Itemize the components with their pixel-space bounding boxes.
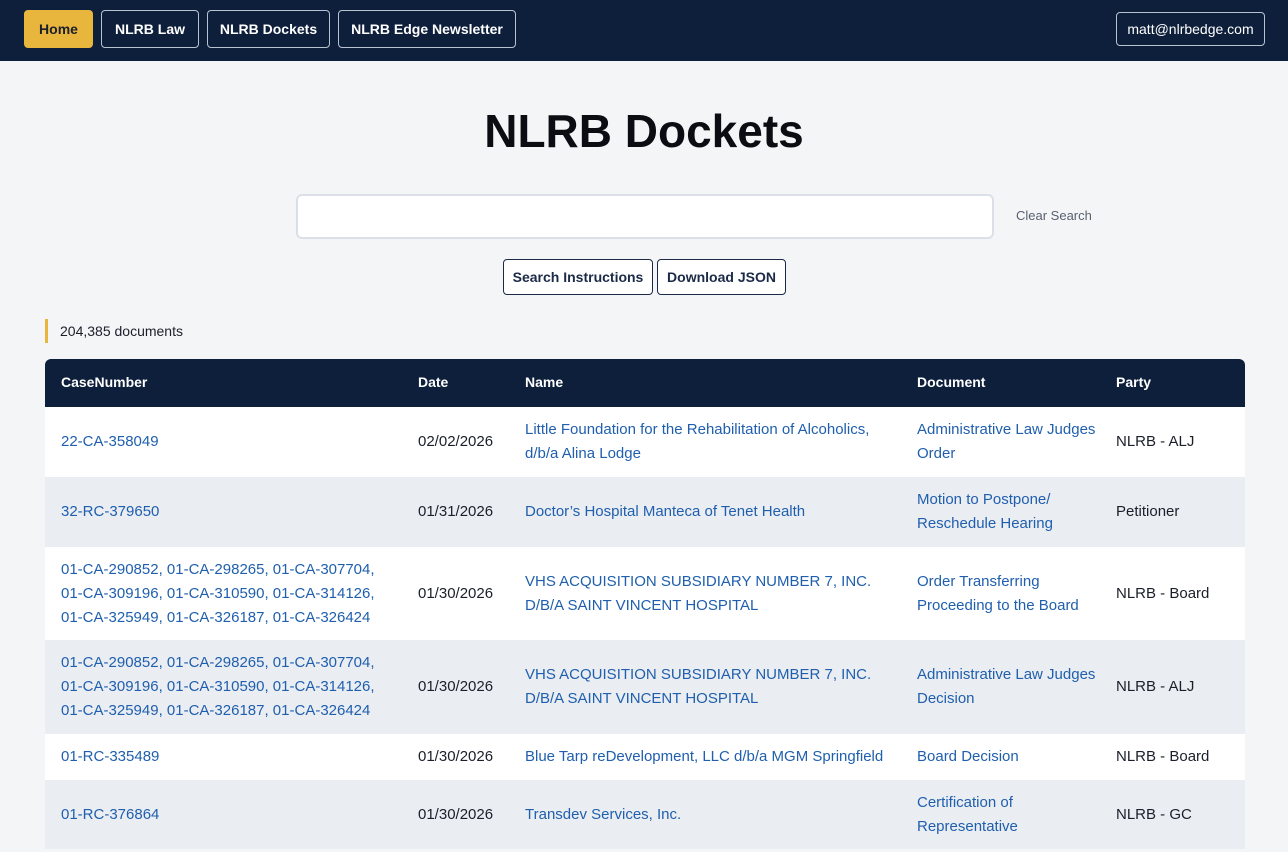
header-case-number[interactable]: CaseNumber: [61, 374, 147, 390]
party-cell: NLRB - ALJ: [1116, 433, 1195, 450]
document-link[interactable]: Administrative Law Judges Order: [917, 407, 1097, 477]
table-row: 22-CA-358049 02/02/2026 Little Foundatio…: [45, 407, 1245, 477]
table-header: CaseNumber Date Name Document Party: [45, 359, 1245, 407]
table-row: 01-RC-335489 01/30/2026 Blue Tarp reDeve…: [45, 734, 1245, 780]
page-title: NLRB Dockets: [484, 105, 804, 157]
case-name-link[interactable]: VHS ACQUISITION SUBSIDIARY NUMBER 7, INC…: [525, 640, 895, 734]
date-cell: 01/31/2026: [418, 503, 494, 520]
search-instructions-button[interactable]: Search Instructions: [503, 259, 653, 295]
case-name-link[interactable]: Doctor’s Hospital Manteca of Tenet Healt…: [525, 477, 895, 547]
case-name-link[interactable]: Blue Tarp reDevelopment, LLC d/b/a MGM S…: [525, 734, 895, 780]
clear-search-link[interactable]: Clear Search: [1016, 208, 1092, 223]
case-number-link[interactable]: 22-CA-358049: [61, 407, 391, 477]
case-number-link[interactable]: 01-RC-335489: [61, 734, 391, 780]
date-cell: 02/02/2026: [418, 433, 494, 450]
header-date[interactable]: Date: [418, 374, 448, 390]
party-cell: NLRB - Board: [1116, 748, 1210, 765]
document-link[interactable]: Motion to Postpone/ Reschedule Hearing: [917, 477, 1097, 547]
party-cell: NLRB - GC: [1116, 805, 1192, 823]
document-count: 204,385 documents: [45, 319, 183, 343]
document-link[interactable]: Administrative Law Judges Decision: [917, 640, 1097, 734]
top-nav-bar: Home NLRB Law NLRB Dockets NLRB Edge New…: [0, 0, 1288, 61]
document-link[interactable]: Order Transferring Proceeding to the Boa…: [917, 547, 1097, 640]
case-number-link[interactable]: 01-RC-376864: [61, 780, 391, 849]
date-cell: 01/30/2026: [418, 805, 494, 823]
download-json-button[interactable]: Download JSON: [657, 259, 786, 295]
nav-newsletter-button[interactable]: NLRB Edge Newsletter: [338, 10, 516, 48]
search-input[interactable]: [296, 194, 994, 239]
header-party[interactable]: Party: [1116, 374, 1151, 390]
case-name-link[interactable]: Transdev Services, Inc.: [525, 780, 895, 849]
header-document[interactable]: Document: [917, 374, 985, 390]
date-cell: 01/30/2026: [418, 584, 494, 602]
user-account-button[interactable]: matt@nlrbedge.com: [1116, 12, 1265, 46]
case-name-link[interactable]: VHS ACQUISITION SUBSIDIARY NUMBER 7, INC…: [525, 547, 895, 640]
date-cell: 01/30/2026: [418, 748, 494, 765]
dockets-table: CaseNumber Date Name Document Party 22-C…: [45, 359, 1245, 849]
table-row: 01-CA-290852, 01-CA-298265, 01-CA-307704…: [45, 640, 1245, 734]
case-number-link[interactable]: 01-CA-290852, 01-CA-298265, 01-CA-307704…: [61, 640, 391, 734]
table-row: 32-RC-379650 01/31/2026 Doctor’s Hospita…: [45, 477, 1245, 547]
nav-nlrb-law-button[interactable]: NLRB Law: [101, 10, 199, 48]
party-cell: Petitioner: [1116, 503, 1180, 520]
case-name-link[interactable]: Little Foundation for the Rehabilitation…: [525, 407, 895, 477]
nav-home-button[interactable]: Home: [24, 10, 93, 48]
party-cell: NLRB - Board: [1116, 584, 1210, 602]
document-link[interactable]: Certification of Representative: [917, 780, 1097, 849]
nav-nlrb-dockets-button[interactable]: NLRB Dockets: [207, 10, 330, 48]
date-cell: 01/30/2026: [418, 678, 494, 695]
header-name[interactable]: Name: [525, 374, 563, 390]
table-row: 01-CA-290852, 01-CA-298265, 01-CA-307704…: [45, 547, 1245, 640]
case-number-link[interactable]: 32-RC-379650: [61, 477, 391, 547]
table-row: 01-RC-376864 01/30/2026 Transdev Service…: [45, 780, 1245, 849]
document-link[interactable]: Board Decision: [917, 734, 1097, 780]
party-cell: NLRB - ALJ: [1116, 678, 1195, 695]
case-number-link[interactable]: 01-CA-290852, 01-CA-298265, 01-CA-307704…: [61, 547, 391, 640]
